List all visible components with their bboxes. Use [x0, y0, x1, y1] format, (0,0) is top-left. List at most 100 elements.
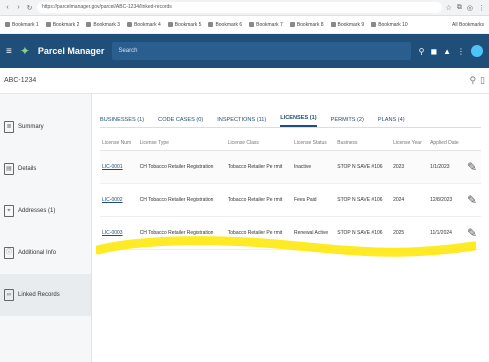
sidebar-item-label: Linked Records [18, 292, 60, 298]
search-icon[interactable]: ⚲ [419, 47, 425, 56]
column-header[interactable]: License Class [225, 136, 292, 151]
app-header: ≡ ✦ Parcel Manager Search ⚲ ◼ ▲ ⋮ [0, 34, 489, 68]
bookmark-item[interactable]: Bookmark 3 [86, 22, 120, 28]
applied-date: 12/8/2023 [428, 183, 466, 217]
bookmark-favicon-icon [371, 22, 377, 27]
bookmark-item[interactable]: Bookmark 2 [45, 22, 79, 28]
parcel-bar: ABC-1234 ⚲ ▯ [0, 68, 489, 94]
record-icon[interactable]: ◼ [430, 47, 437, 56]
sidebar-item-linked-records[interactable]: ∞ Linked Records [0, 274, 91, 316]
record-tabs: BUSINESSES (1) CODE CASES (0) INSPECTION… [100, 104, 481, 128]
license-class: Tobacco Retailer Pe rmit [225, 150, 292, 184]
tab-licenses[interactable]: LICENSES (1) [280, 115, 317, 127]
bookmark-item[interactable]: Bookmark 4 [127, 22, 161, 28]
sidebar: ≣ Summary ▤ Details ⌖ Addresses (1) ⓘ Ad… [0, 94, 92, 362]
column-header[interactable]: Business [335, 136, 392, 151]
license-status: Renewal Active [291, 216, 336, 250]
bookmark-favicon-icon [167, 22, 173, 27]
bookmark-label: Bookmark 3 [93, 21, 121, 28]
bookmark-label: Bookmark 5 [174, 21, 202, 28]
bookmark-favicon-icon [86, 22, 92, 27]
browser-toolbar: ‹ › ↻ https://parcelmanager.gov/parcel/A… [0, 0, 489, 16]
parcel-id: ABC-1234 [4, 77, 37, 84]
tab-inspections[interactable]: INSPECTIONS (11) [217, 117, 266, 127]
column-header[interactable]: Applied Date [428, 136, 466, 151]
menu-icon[interactable]: ⋮ [478, 4, 485, 12]
license-number-link[interactable]: LIC-0001 [102, 164, 123, 170]
table-header-row: License Num License Type License Class L… [100, 136, 481, 151]
bookmark-favicon-icon [127, 22, 133, 27]
all-bookmarks[interactable]: All Bookmarks [452, 22, 484, 28]
back-icon[interactable]: ‹ [4, 4, 11, 11]
edit-icon[interactable]: ✎ [465, 216, 481, 250]
table-row[interactable]: LIC-0003 CH Tobacco Retailer Registratio… [100, 216, 481, 250]
license-year: 2023 [391, 150, 429, 184]
sidebar-item-label: Additional Info [18, 250, 57, 256]
tab-code-cases[interactable]: CODE CASES (0) [158, 117, 203, 127]
bookmark-label: Bookmark 4 [134, 21, 161, 28]
sidebar-item-details[interactable]: ▤ Details [0, 148, 91, 190]
summary-icon: ≣ [4, 121, 14, 133]
app-logo-icon: ✦ [19, 44, 30, 58]
tab-permits[interactable]: PERMITS (2) [331, 117, 364, 127]
settings-icon[interactable]: ⋮ [457, 47, 465, 56]
column-header[interactable]: License Year [391, 136, 429, 151]
column-header-edit [465, 136, 481, 151]
search-icon[interactable]: ⚲ [469, 75, 476, 86]
bookmark-favicon-icon [249, 22, 255, 27]
bookmark-label: Bookmark 6 [215, 21, 243, 28]
reload-icon[interactable]: ↻ [26, 4, 33, 12]
license-status: Inactive [291, 150, 336, 184]
profile-icon[interactable]: ◎ [467, 4, 473, 12]
forward-icon[interactable]: › [15, 4, 22, 11]
applied-date: 11/1/2024 [428, 216, 466, 250]
bookmark-label: Bookmark 7 [256, 21, 283, 28]
app-title: Parcel Manager [37, 46, 105, 56]
table-row[interactable]: LIC-0002 CH Tobacco Retailer Registratio… [100, 183, 481, 217]
license-year: 2025 [391, 216, 429, 250]
bookmark-item[interactable]: Bookmark 5 [167, 21, 202, 28]
license-type: CH Tobacco Retailer Registration [137, 216, 226, 250]
bookmark-label: Bookmark 9 [337, 21, 365, 28]
details-icon: ▤ [4, 163, 14, 175]
bookmark-item[interactable]: Bookmark 1 [5, 22, 39, 28]
sidebar-item-summary[interactable]: ≣ Summary [0, 106, 91, 148]
bookmark-item[interactable]: Bookmark 6 [208, 22, 242, 28]
license-type: CH Tobacco Retailer Registration [137, 183, 226, 217]
bookmark-item[interactable]: Bookmark 9 [330, 21, 365, 28]
bookmark-item[interactable]: Bookmark 8 [289, 22, 324, 28]
license-number-link[interactable]: LIC-0003 [102, 230, 123, 236]
extension-icon[interactable]: ⧉ [457, 4, 462, 12]
license-class: Tobacco Retailer Pe rmit [225, 183, 292, 217]
link-icon: ∞ [4, 289, 14, 301]
tab-businesses[interactable]: BUSINESSES (1) [100, 117, 144, 127]
bookmark-label: Bookmark 10 [378, 21, 408, 28]
business-name: STOP N SAVE #106 [335, 150, 392, 184]
address-bar[interactable]: https://parcelmanager.gov/parcel/ABC-123… [37, 2, 442, 13]
bookmark-label: Bookmark 1 [12, 21, 39, 28]
column-header[interactable]: License Type [137, 136, 226, 151]
license-type: CH Tobacco Retailer Registration [137, 150, 226, 184]
notification-icon[interactable]: ▲ [443, 47, 451, 56]
business-name: STOP N SAVE #106 [335, 216, 392, 250]
sidebar-item-additional-info[interactable]: ⓘ Additional Info [0, 232, 91, 274]
license-number-link[interactable]: LIC-0002 [102, 197, 123, 203]
column-header[interactable]: License Status [291, 136, 336, 151]
table-row[interactable]: LIC-0001 CH Tobacco Retailer Registratio… [100, 150, 481, 184]
column-header[interactable]: License Num [100, 136, 138, 151]
hamburger-menu-icon[interactable]: ≡ [6, 46, 12, 57]
avatar[interactable] [471, 45, 483, 57]
edit-icon[interactable]: ✎ [465, 183, 481, 217]
sidebar-item-label: Details [18, 166, 37, 172]
bookmark-favicon-icon [45, 22, 51, 27]
sidebar-item-addresses[interactable]: ⌖ Addresses (1) [0, 190, 91, 232]
tab-plans[interactable]: PLANS (4) [378, 117, 405, 127]
edit-icon[interactable]: ✎ [465, 150, 481, 184]
bookmark-item[interactable]: Bookmark 10 [371, 21, 408, 28]
global-search-input[interactable]: Search [112, 42, 411, 60]
sidebar-item-label: Addresses (1) [18, 208, 56, 214]
bookmark-item[interactable]: Bookmark 7 [249, 22, 283, 28]
license-year: 2024 [391, 183, 429, 217]
document-icon[interactable]: ▯ [480, 75, 485, 86]
star-icon[interactable]: ☆ [446, 4, 452, 12]
